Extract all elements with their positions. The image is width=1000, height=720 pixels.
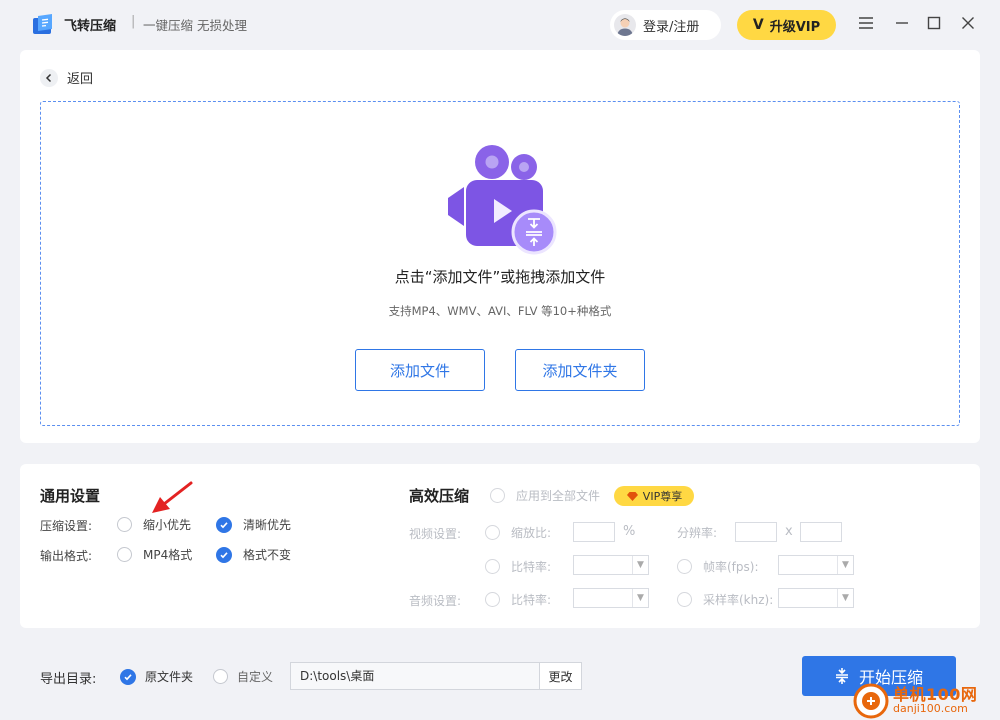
vip-icon: V: [752, 17, 764, 33]
sample-rate-select[interactable]: ▼: [778, 588, 854, 608]
watermark: 单机100网 danji100.com: [853, 681, 1000, 720]
login-label: 登录/注册: [643, 19, 700, 35]
upgrade-vip-label: 升级VIP: [769, 19, 821, 35]
scale-input[interactable]: [573, 522, 615, 542]
audio-bitrate-select[interactable]: ▼: [573, 588, 649, 608]
chevron-down-icon: ▼: [632, 556, 648, 574]
audio-bitrate-option[interactable]: 比特率:: [485, 591, 551, 608]
scale-option[interactable]: 缩放比:: [485, 524, 551, 541]
upload-card: 返回 点击“添加文件”或拖拽添加文件 支持MP4、WMV、AVI、FLV 等10…: [20, 50, 980, 443]
vip-exclusive-badge: VIP尊享: [614, 486, 694, 506]
menu-icon[interactable]: [857, 14, 875, 32]
radio-button[interactable]: [213, 669, 228, 684]
chevron-left-icon: [40, 68, 58, 87]
resolution-label: 分辨率:: [677, 526, 718, 540]
radio-button[interactable]: [485, 592, 500, 607]
radio-button[interactable]: [490, 488, 505, 503]
maximize-icon[interactable]: [925, 14, 943, 32]
radio-button[interactable]: [485, 559, 500, 574]
output-dir-label: 导出目录:: [40, 672, 97, 687]
sample-rate-label: 采样率(khz):: [703, 593, 774, 607]
option-label: 清晰优先: [243, 518, 292, 532]
radio-button[interactable]: [485, 525, 500, 540]
app-title: 飞转压缩: [64, 19, 117, 34]
bitrate-option[interactable]: 比特率:: [485, 558, 551, 575]
radio-button[interactable]: [117, 547, 132, 562]
upgrade-vip-button[interactable]: V 升级VIP: [737, 10, 836, 40]
radio-button[interactable]: [117, 517, 132, 532]
radio-button[interactable]: [677, 559, 692, 574]
radio-button[interactable]: [677, 592, 692, 607]
title-separator: |: [131, 14, 136, 29]
chevron-down-icon: ▼: [632, 589, 648, 607]
bitrate-select[interactable]: ▼: [573, 555, 649, 575]
efficient-compress-title: 高效压缩: [409, 487, 470, 505]
close-icon[interactable]: [959, 14, 977, 32]
back-label: 返回: [67, 72, 94, 87]
bitrate-label: 比特率:: [511, 560, 552, 574]
app-logo-icon: [33, 14, 52, 34]
original-folder-label: 原文件夹: [145, 670, 194, 684]
option-label: 缩小优先: [143, 518, 192, 532]
general-settings-title: 通用设置: [40, 487, 101, 505]
watermark-logo-icon: [853, 683, 889, 719]
fps-select[interactable]: ▼: [778, 555, 854, 575]
custom-folder-option[interactable]: 自定义: [213, 668, 273, 685]
chevron-down-icon: ▼: [837, 589, 853, 607]
checkmark-icon[interactable]: [216, 546, 232, 563]
watermark-url: danji100.com: [893, 702, 968, 715]
output-format-label: 输出格式:: [40, 549, 93, 563]
minimize-icon[interactable]: [893, 14, 911, 32]
login-register-button[interactable]: 登录/注册: [610, 10, 721, 40]
title-bar: 飞转压缩 | 一键压缩 无损处理 登录/注册 V 升级VIP: [0, 0, 1000, 48]
percent-unit: %: [623, 524, 636, 539]
audio-bitrate-label: 比特率:: [511, 593, 552, 607]
diamond-icon: [626, 491, 638, 501]
compress-setting-label: 压缩设置:: [40, 519, 93, 533]
drop-zone[interactable]: 点击“添加文件”或拖拽添加文件 支持MP4、WMV、AVI、FLV 等10+种格…: [40, 101, 960, 426]
compress-icon: [835, 668, 848, 684]
drop-title: 点击“添加文件”或拖拽添加文件: [394, 268, 606, 286]
option-label: MP4格式: [143, 548, 193, 562]
sample-rate-option[interactable]: 采样率(khz):: [677, 591, 773, 608]
avatar-icon: [614, 14, 636, 36]
change-path-button[interactable]: 更改: [539, 662, 582, 690]
shrink-first-option[interactable]: 缩小优先: [117, 516, 191, 533]
checkmark-icon[interactable]: [120, 668, 136, 685]
fps-label: 帧率(fps):: [703, 560, 759, 574]
settings-card: 通用设置 压缩设置: 缩小优先 清晰优先 输出格式: MP4格式 格式不变 高效…: [20, 464, 980, 628]
output-path-field[interactable]: D:\tools\桌面: [290, 662, 540, 690]
option-label: 格式不变: [243, 548, 292, 562]
keep-format-option[interactable]: 格式不变: [216, 546, 291, 563]
app-subtitle: 一键压缩 无损处理: [143, 18, 247, 33]
apply-all-label: 应用到全部文件: [516, 489, 601, 503]
scale-label: 缩放比:: [511, 526, 552, 540]
clarity-first-option[interactable]: 清晰优先: [216, 516, 291, 533]
chevron-down-icon: ▼: [837, 556, 853, 574]
mp4-format-option[interactable]: MP4格式: [117, 546, 192, 563]
video-settings-label: 视频设置:: [409, 527, 462, 541]
apply-all-option[interactable]: 应用到全部文件: [490, 487, 600, 504]
add-file-button[interactable]: 添加文件: [355, 349, 485, 391]
resolution-x: x: [785, 524, 793, 539]
video-compress-icon: [448, 145, 557, 255]
audio-settings-label: 音频设置:: [409, 594, 462, 608]
annotation-arrow-icon: [152, 481, 193, 513]
custom-folder-label: 自定义: [237, 670, 274, 684]
supported-formats-hint: 支持MP4、WMV、AVI、FLV 等10+种格式: [388, 304, 612, 318]
resolution-width-input[interactable]: [735, 522, 777, 542]
checkmark-icon[interactable]: [216, 516, 232, 533]
back-button[interactable]: 返回: [40, 68, 93, 87]
original-folder-option[interactable]: 原文件夹: [120, 668, 193, 685]
resolution-height-input[interactable]: [800, 522, 842, 542]
vip-badge-label: VIP尊享: [642, 490, 683, 503]
add-folder-button[interactable]: 添加文件夹: [515, 349, 645, 391]
fps-option[interactable]: 帧率(fps):: [677, 558, 759, 575]
